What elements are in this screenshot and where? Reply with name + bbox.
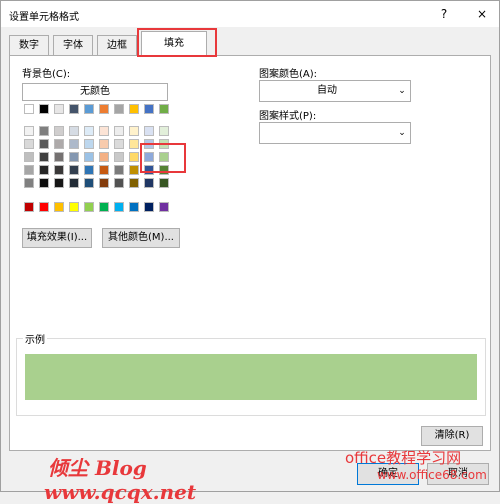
color-swatch[interactable] — [54, 139, 64, 149]
color-swatch[interactable] — [159, 178, 169, 188]
color-swatch[interactable] — [84, 152, 94, 162]
color-swatch[interactable] — [24, 152, 34, 162]
color-swatch[interactable] — [39, 178, 49, 188]
color-swatch[interactable] — [69, 165, 79, 175]
sample-preview — [25, 354, 477, 400]
clear-button[interactable]: 清除(R) — [421, 426, 483, 446]
pattern-style-value — [260, 123, 394, 143]
color-swatch[interactable] — [39, 165, 49, 175]
color-swatch[interactable] — [99, 202, 109, 212]
color-swatch[interactable] — [144, 202, 154, 212]
tab-font[interactable]: 字体 — [53, 35, 93, 55]
color-swatch[interactable] — [129, 139, 139, 149]
watermark-blog: 倾尘 Blog — [48, 456, 147, 480]
color-swatch[interactable] — [24, 139, 34, 149]
tab-border[interactable]: 边框 — [97, 35, 137, 55]
color-swatch[interactable] — [69, 202, 79, 212]
pattern-color-value: 自动 — [317, 85, 337, 96]
background-color-label: 背景色(C): — [22, 69, 71, 80]
color-swatch[interactable] — [24, 202, 34, 212]
color-swatch[interactable] — [159, 126, 169, 136]
watermark-site: office教程学习网 — [345, 449, 462, 467]
color-swatch[interactable] — [114, 104, 124, 114]
color-swatch[interactable] — [129, 165, 139, 175]
color-swatch[interactable] — [24, 104, 34, 114]
color-swatch[interactable] — [99, 139, 109, 149]
color-swatch[interactable] — [159, 202, 169, 212]
color-swatch[interactable] — [54, 152, 64, 162]
color-swatch[interactable] — [114, 139, 124, 149]
color-swatch[interactable] — [159, 104, 169, 114]
color-swatch[interactable] — [69, 104, 79, 114]
sample-label: 示例 — [23, 331, 47, 346]
sample-group: 示例 — [16, 331, 486, 416]
color-swatch[interactable] — [69, 152, 79, 162]
color-swatch[interactable] — [114, 165, 124, 175]
color-swatch[interactable] — [84, 202, 94, 212]
color-swatch[interactable] — [114, 152, 124, 162]
color-swatch[interactable] — [39, 152, 49, 162]
color-swatch[interactable] — [54, 178, 64, 188]
color-swatch[interactable] — [129, 178, 139, 188]
fill-panel: 背景色(C): 无颜色 填充效果(I)... 其他颜色(M)... 图案颜色(A… — [9, 55, 491, 504]
no-color-button[interactable]: 无颜色 — [22, 83, 168, 101]
color-swatch[interactable] — [84, 104, 94, 114]
color-swatch[interactable] — [54, 165, 64, 175]
color-swatch[interactable] — [54, 104, 64, 114]
color-swatch[interactable] — [114, 126, 124, 136]
color-swatch[interactable] — [84, 165, 94, 175]
color-swatch[interactable] — [114, 202, 124, 212]
pattern-style-select[interactable]: ⌄ — [259, 122, 411, 144]
color-swatch[interactable] — [24, 165, 34, 175]
color-swatch[interactable] — [84, 139, 94, 149]
watermark-url: www.qcqx.net — [44, 480, 197, 504]
chevron-down-icon: ⌄ — [398, 128, 406, 138]
chevron-down-icon: ⌄ — [398, 86, 406, 96]
dialog-title: 设置单元格格式 — [9, 12, 79, 23]
close-button[interactable]: × — [471, 5, 493, 23]
watermark-site-url: www.office68.com — [377, 468, 487, 482]
color-swatch[interactable] — [144, 104, 154, 114]
color-swatch[interactable] — [69, 126, 79, 136]
color-swatch[interactable] — [99, 126, 109, 136]
color-swatch[interactable] — [99, 165, 109, 175]
tab-number[interactable]: 数字 — [9, 35, 49, 55]
color-swatch[interactable] — [39, 139, 49, 149]
color-swatch[interactable] — [129, 202, 139, 212]
pattern-style-label: 图案样式(P): — [259, 111, 317, 122]
color-swatch[interactable] — [39, 104, 49, 114]
color-swatch[interactable] — [99, 178, 109, 188]
pattern-color-label: 图案颜色(A): — [259, 69, 318, 80]
title-bar: 设置单元格格式 ? × — [1, 1, 499, 27]
format-cells-dialog: 设置单元格格式 ? × 数字 字体 边框 填充 背景色(C): 无颜色 填充效果… — [0, 0, 500, 504]
color-swatch[interactable] — [39, 202, 49, 212]
selected-swatch-highlight — [140, 143, 186, 173]
color-swatch[interactable] — [54, 126, 64, 136]
more-colors-button[interactable]: 其他颜色(M)... — [102, 228, 180, 248]
color-swatch[interactable] — [144, 178, 154, 188]
tab-highlight-box — [137, 28, 217, 57]
color-swatch[interactable] — [24, 178, 34, 188]
pattern-color-select[interactable]: 自动 ⌄ — [259, 80, 411, 102]
color-swatch[interactable] — [129, 126, 139, 136]
color-swatch[interactable] — [39, 126, 49, 136]
color-swatch[interactable] — [99, 104, 109, 114]
color-swatch[interactable] — [144, 126, 154, 136]
color-swatch[interactable] — [24, 126, 34, 136]
help-button[interactable]: ? — [433, 5, 455, 23]
color-swatch[interactable] — [69, 139, 79, 149]
color-swatch[interactable] — [54, 202, 64, 212]
color-swatch[interactable] — [114, 178, 124, 188]
color-swatch[interactable] — [84, 126, 94, 136]
color-swatch[interactable] — [129, 152, 139, 162]
color-swatch[interactable] — [99, 152, 109, 162]
color-swatch[interactable] — [84, 178, 94, 188]
fill-effects-button[interactable]: 填充效果(I)... — [22, 228, 92, 248]
color-swatch[interactable] — [69, 178, 79, 188]
color-swatch[interactable] — [129, 104, 139, 114]
